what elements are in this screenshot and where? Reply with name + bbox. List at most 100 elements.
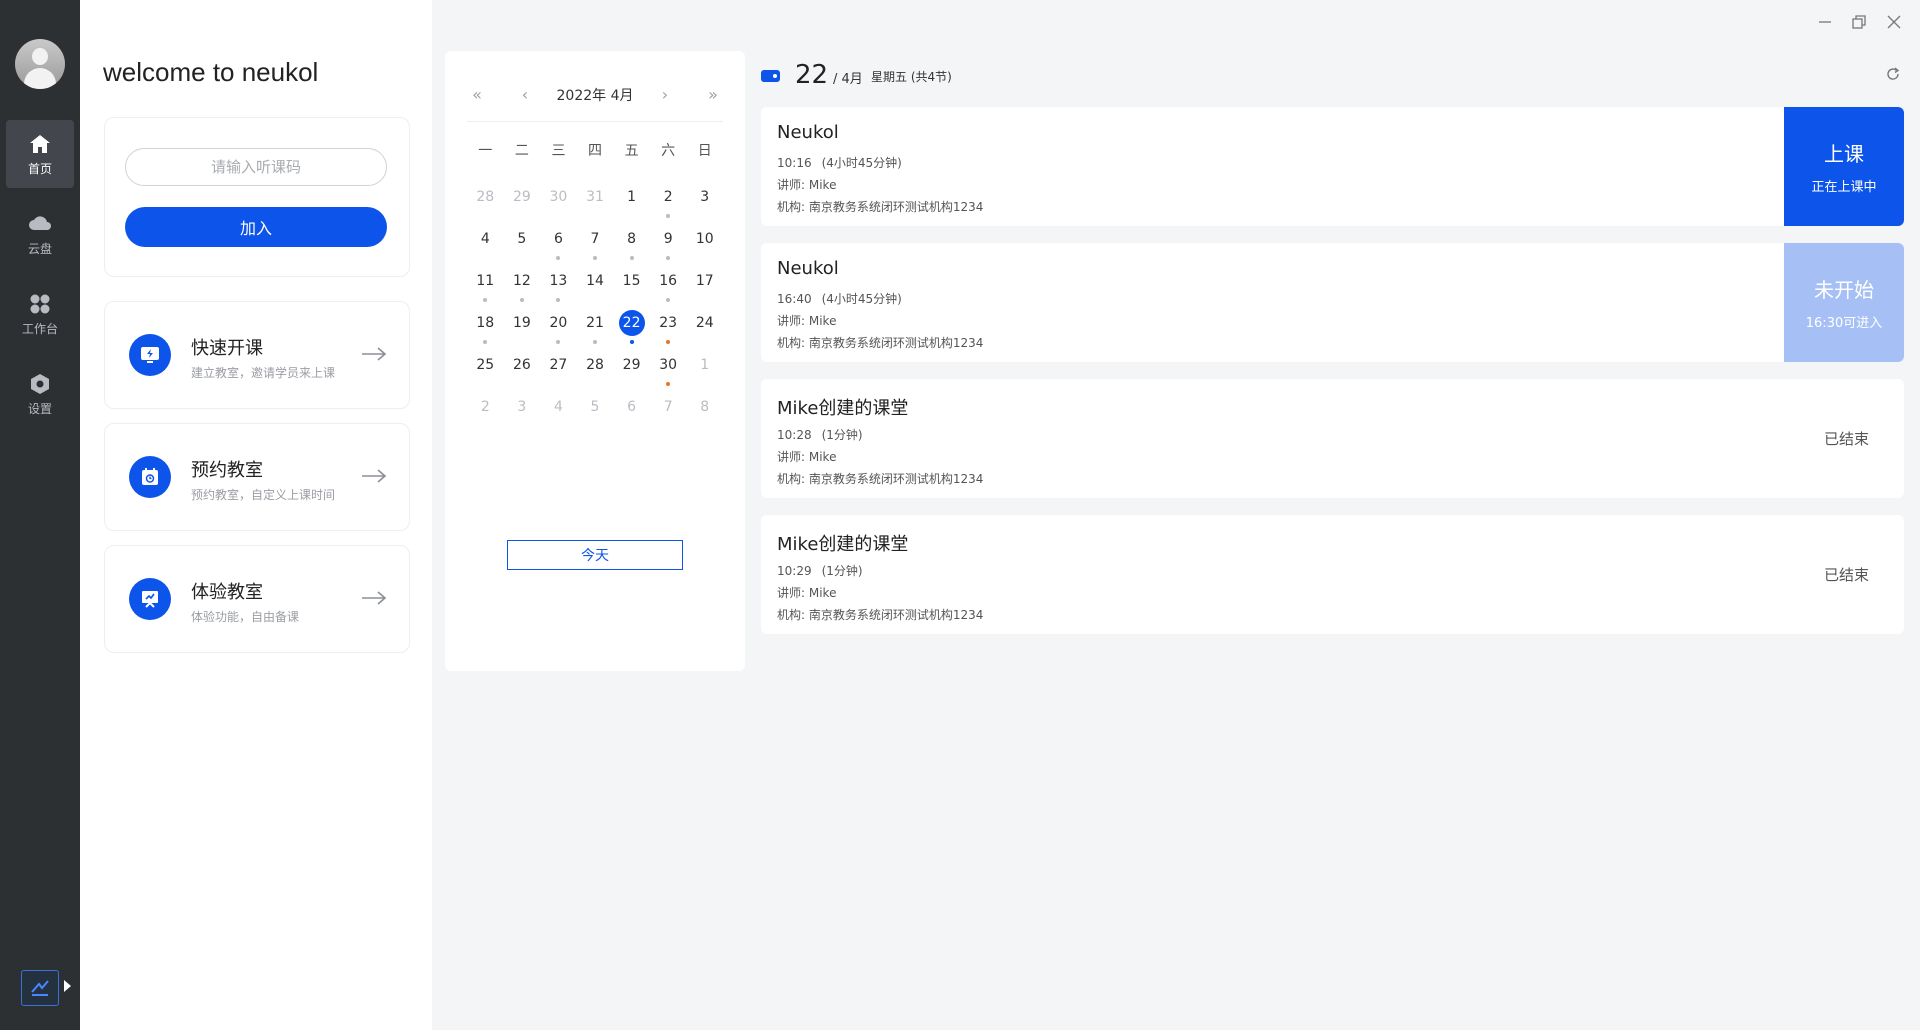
- calendar-day[interactable]: 30: [650, 352, 687, 386]
- calendar-day[interactable]: 16: [650, 268, 687, 302]
- calendar: « ‹ 2022年 4月 › » 一 二 三 四 五 六 日 28 29 30 31 1…: [445, 51, 745, 671]
- avatar[interactable]: [15, 39, 65, 89]
- expand-arrow-icon[interactable]: [64, 980, 71, 992]
- calendar-day[interactable]: 10: [686, 226, 723, 256]
- calendar-day[interactable]: 23: [650, 310, 687, 344]
- avatar-body: [24, 68, 56, 89]
- calendar-day-number: 28: [476, 189, 495, 205]
- calendar-day[interactable]: 27: [540, 352, 577, 382]
- arrow-right-icon: [362, 347, 387, 361]
- calendar-day[interactable]: 4: [467, 226, 504, 256]
- course-card[interactable]: Neukol 16:40 (4小时45分钟) 讲师: Mike 机构: 南京教务系…: [761, 243, 1904, 362]
- course-org: 机构: 南京教务系统闭环测试机构1234: [777, 336, 984, 350]
- calendar-day[interactable]: 28: [467, 184, 504, 214]
- cloud-icon: [29, 216, 51, 230]
- calendar-day[interactable]: 2: [467, 394, 504, 424]
- refresh-icon[interactable]: [1885, 66, 1901, 82]
- event-dot: [483, 340, 488, 344]
- sidebar-item-label: 设置: [27, 402, 52, 416]
- calendar-day[interactable]: 19: [504, 310, 541, 340]
- calendar-day[interactable]: 26: [504, 352, 541, 382]
- sidebar-item-workbench[interactable]: 工作台: [6, 280, 74, 348]
- calendar-booking-icon: [129, 456, 171, 498]
- calendar-week-row: 11 12 13 14 15 16 17: [467, 268, 723, 302]
- calendar-day[interactable]: 3: [686, 184, 723, 214]
- calendar-day-number: 26: [512, 357, 531, 373]
- calendar-day[interactable]: 11: [467, 268, 504, 302]
- calendar-day[interactable]: 4: [540, 394, 577, 424]
- workbench-icon: [30, 294, 50, 314]
- calendar-day[interactable]: 28: [577, 352, 614, 382]
- calendar-day[interactable]: 18: [467, 310, 504, 344]
- weekday-label: 一: [478, 143, 493, 159]
- sidebar-item-home[interactable]: 首页: [6, 120, 74, 188]
- calendar-day-number: 15: [622, 273, 641, 289]
- calendar-day[interactable]: 13: [540, 268, 577, 302]
- course-start: 16:40: [777, 292, 812, 306]
- course-card[interactable]: Mike创建的课堂 10:29 (1分钟) 讲师: Mike 机构: 南京教务系统…: [761, 515, 1904, 634]
- calendar-day[interactable]: 21: [577, 310, 614, 344]
- close-icon[interactable]: [1886, 14, 1902, 30]
- not-started-button[interactable]: 未开始 16:30可进入: [1784, 243, 1904, 362]
- calendar-day[interactable]: 20: [540, 310, 577, 344]
- today-button[interactable]: 今天: [507, 540, 683, 570]
- course-name: Neukol: [777, 258, 839, 279]
- minimize-icon[interactable]: [1817, 14, 1833, 30]
- sidebar-item-cloud[interactable]: 云盘: [6, 200, 74, 268]
- calendar-day[interactable]: 6: [613, 394, 650, 424]
- calendar-day[interactable]: 8: [686, 394, 723, 424]
- calendar-day-number: 23: [659, 315, 678, 331]
- enter-class-button[interactable]: 上课 正在上课中: [1784, 107, 1904, 226]
- calendar-day[interactable]: 17: [686, 268, 723, 298]
- next-year-icon[interactable]: »: [701, 83, 725, 107]
- course-start: 10:16: [777, 156, 812, 170]
- left-panel: welcome to neukol 加入 快速开课 建立教室，邀请学员来上课 预…: [80, 0, 432, 1030]
- calendar-day-number: 25: [476, 357, 495, 373]
- course-card[interactable]: Neukol 10:16 (4小时45分钟) 讲师: Mike 机构: 南京教务系…: [761, 107, 1904, 226]
- quick-class-card[interactable]: 快速开课 建立教室，邀请学员来上课: [104, 301, 410, 409]
- feature-subtitle: 建立教室，邀请学员来上课: [191, 366, 336, 380]
- calendar-day[interactable]: 24: [686, 310, 723, 340]
- next-month-icon[interactable]: ›: [653, 83, 677, 107]
- sidebar-item-label: 云盘: [27, 242, 52, 256]
- status-sub: 16:30可进入: [1805, 316, 1883, 331]
- calendar-day-number: 20: [549, 315, 568, 331]
- calendar-day[interactable]: 5: [577, 394, 614, 424]
- calendar-day[interactable]: 6: [540, 226, 577, 260]
- calendar-day[interactable]: 5: [504, 226, 541, 256]
- calendar-day-number: 16: [659, 273, 678, 289]
- calendar-day[interactable]: 15: [613, 268, 650, 298]
- calendar-day[interactable]: 8: [613, 226, 650, 260]
- calendar-day-number: 6: [553, 231, 563, 247]
- calendar-day[interactable]: 12: [504, 268, 541, 302]
- calendar-day[interactable]: 3: [504, 394, 541, 424]
- calendar-day[interactable]: 25: [467, 352, 504, 382]
- calendar-day-number: 9: [663, 231, 673, 247]
- join-button[interactable]: 加入: [125, 207, 387, 247]
- calendar-day[interactable]: 7: [650, 394, 687, 424]
- restore-icon[interactable]: [1851, 14, 1867, 30]
- calendar-day-number: 10: [695, 231, 714, 247]
- weekday-label: 六: [661, 143, 676, 159]
- trial-classroom-card[interactable]: 体验教室 体验功能，自由备课: [104, 545, 410, 653]
- calendar-week-row: 25 26 27 28 29 30 1: [467, 352, 723, 386]
- calendar-day[interactable]: 9: [650, 226, 687, 260]
- calendar-day[interactable]: 2: [650, 184, 687, 218]
- sidebar-item-label: 首页: [27, 162, 52, 176]
- status-main: 未开始: [1814, 278, 1874, 302]
- calendar-day[interactable]: 29: [613, 352, 650, 382]
- calendar-day-number: 11: [476, 273, 495, 289]
- calendar-day[interactable]: 1: [613, 184, 650, 214]
- class-code-input[interactable]: [125, 148, 387, 186]
- course-card[interactable]: Mike创建的课堂 10:28 (1分钟) 讲师: Mike 机构: 南京教务系统…: [761, 379, 1904, 498]
- calendar-day[interactable]: 29: [504, 184, 541, 214]
- weekday-label: 日: [697, 143, 712, 159]
- calendar-day[interactable]: 14: [577, 268, 614, 298]
- calendar-day[interactable]: 30: [540, 184, 577, 214]
- calendar-day[interactable]: 31: [577, 184, 614, 214]
- calendar-day-selected[interactable]: 22: [613, 310, 650, 344]
- sidebar-item-settings[interactable]: 设置: [6, 360, 74, 428]
- calendar-day[interactable]: 7: [577, 226, 614, 260]
- calendar-day[interactable]: 1: [686, 352, 723, 382]
- book-classroom-card[interactable]: 预约教室 预约教室，自定义上课时间: [104, 423, 410, 531]
